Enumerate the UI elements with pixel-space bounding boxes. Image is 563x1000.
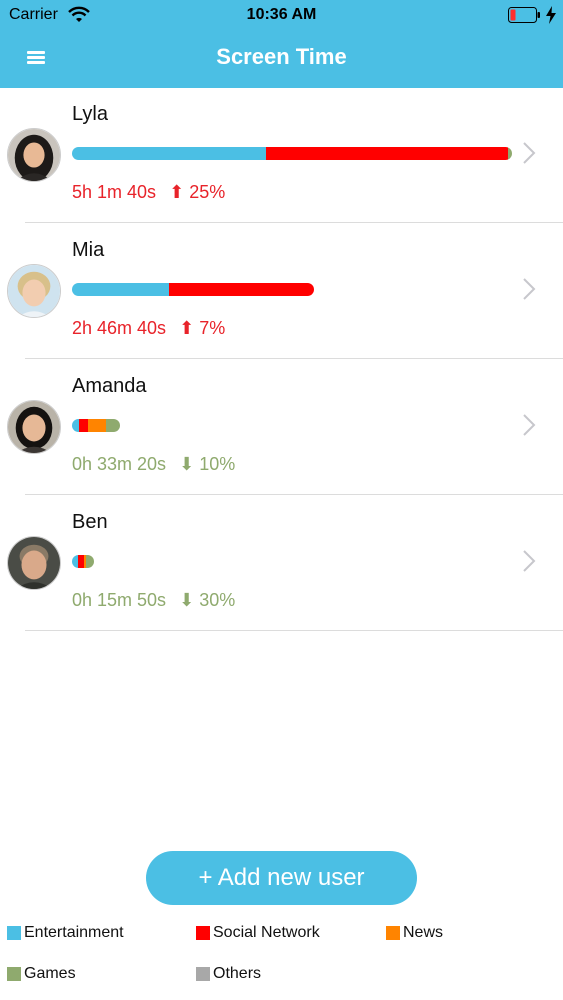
avatar: [7, 264, 61, 318]
trend-up-icon: ⬆: [179, 318, 195, 338]
charging-bolt-icon: [546, 6, 556, 24]
chevron-right-icon: [523, 550, 536, 572]
trend-down-icon: ⬇: [179, 590, 195, 610]
legend-swatch: [196, 926, 210, 940]
usage-segment-games: [105, 419, 120, 432]
usage-change: 7%: [199, 318, 226, 338]
avatar-image: [8, 265, 60, 317]
usage-bar: [72, 283, 314, 296]
user-name: Amanda: [72, 375, 147, 397]
chevron-right-icon: [523, 414, 536, 436]
trend-down-icon: ⬇: [179, 454, 195, 474]
usage-change: 25%: [189, 182, 226, 202]
legend-swatch: [7, 967, 21, 981]
add-new-user-button[interactable]: + Add new user: [146, 851, 417, 905]
usage-bar: [72, 419, 120, 432]
usage-segment-news: [87, 419, 106, 432]
legend-label: Social Network: [213, 924, 320, 941]
user-row-amanda[interactable]: Amanda 0h 33m 20s ⬇ 10%: [0, 359, 563, 495]
avatar: [7, 128, 61, 182]
avatar: [7, 400, 61, 454]
user-row-mia[interactable]: Mia 2h 46m 40s ⬆ 7%: [0, 223, 563, 359]
usage-time: 2h 46m 40s: [72, 318, 167, 338]
legend-swatch: [7, 926, 21, 940]
chevron-right-icon: [523, 278, 536, 300]
usage-segment-social: [77, 555, 85, 568]
avatar-image: [8, 537, 60, 589]
usage-bar: [72, 147, 512, 160]
chevron-right-icon: [523, 142, 536, 164]
usage-segment-entertainment: [72, 419, 80, 432]
usage-summary: 5h 1m 40s ⬆ 25%: [72, 182, 225, 203]
usage-segment-games: [86, 555, 94, 568]
usage-time: 0h 15m 50s: [72, 590, 167, 610]
status-time: 10:36 AM: [246, 6, 317, 23]
row-divider: [25, 630, 563, 631]
status-bar: Carrier 10:36 AM: [0, 0, 563, 30]
usage-summary: 0h 33m 20s ⬇ 10%: [72, 454, 235, 475]
usage-segment-social: [168, 283, 314, 296]
usage-segment-entertainment: [72, 283, 169, 296]
usage-summary: 0h 15m 50s ⬇ 30%: [72, 590, 235, 611]
usage-change: 30%: [199, 590, 236, 610]
usage-change: 10%: [199, 454, 236, 474]
user-name: Ben: [72, 511, 108, 533]
trend-up-icon: ⬆: [169, 182, 185, 202]
user-name: Mia: [72, 239, 105, 261]
usage-time: 0h 33m 20s: [72, 454, 167, 474]
legend-swatch: [196, 967, 210, 981]
avatar: [7, 536, 61, 590]
page-title: Screen Time: [216, 44, 347, 69]
usage-segment-entertainment: [72, 147, 266, 160]
avatar-image: [8, 129, 60, 181]
user-name: Lyla: [72, 103, 108, 125]
usage-segment-social: [79, 419, 88, 432]
legend-swatch: [386, 926, 400, 940]
avatar-image: [8, 401, 60, 453]
legend-label: Entertainment: [24, 924, 124, 941]
usage-segment-social: [265, 147, 508, 160]
legend-label: News: [403, 924, 444, 941]
top-bar: Carrier 10:36 AM Screen Time: [0, 0, 563, 88]
legend-label: Others: [213, 965, 262, 982]
usage-summary: 2h 46m 40s ⬆ 7%: [72, 318, 225, 339]
user-row-ben[interactable]: Ben 0h 15m 50s ⬇ 30%: [0, 495, 563, 631]
usage-bar: [72, 555, 94, 568]
user-row-lyla[interactable]: Lyla 5h 1m 40s ⬆ 25%: [0, 87, 563, 223]
usage-time: 5h 1m 40s: [72, 182, 157, 202]
battery-icon: [508, 7, 540, 23]
legend-label: Games: [24, 965, 76, 982]
usage-segment-games: [507, 147, 512, 160]
